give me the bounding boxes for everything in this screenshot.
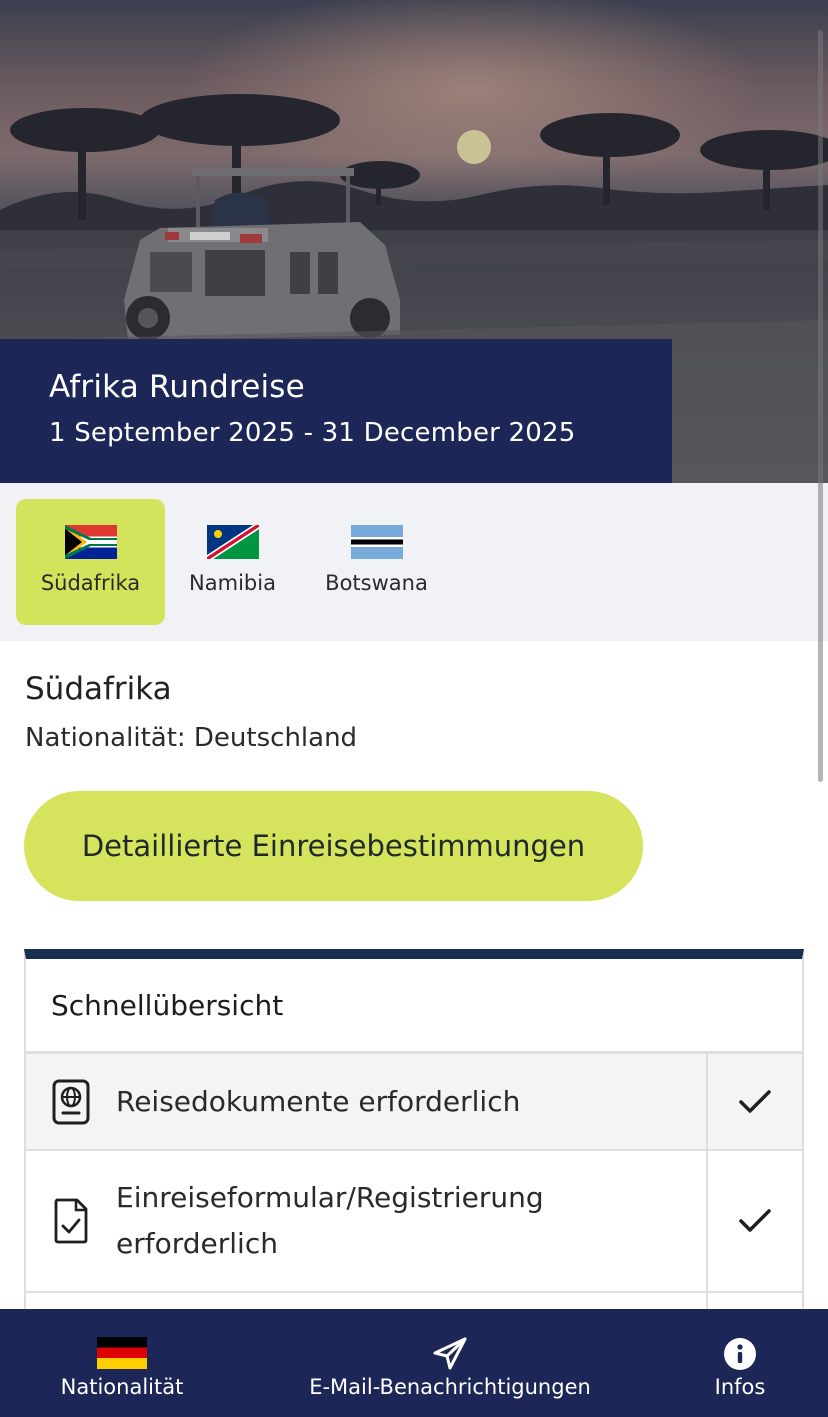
quick-overview-title: Schnellübersicht	[26, 959, 802, 1054]
nationality-text: Nationalität: Deutschland	[25, 723, 358, 753]
row-label: Reisedokumente erforderlich	[116, 1084, 521, 1118]
detailed-entry-requirements-button[interactable]: Detaillierte Einreisebestimmungen	[24, 791, 643, 901]
germany-flag	[97, 1337, 147, 1369]
trip-dates: 1 September 2025 - 31 December 2025	[49, 418, 576, 448]
south-africa-flag	[64, 525, 117, 559]
country-tabs: Südafrika Namibia Botswana	[0, 483, 828, 641]
table-row: Reisedokumente erforderlich	[26, 1054, 802, 1151]
hero-banner: Afrika Rundreise 1 September 2025 - 31 D…	[0, 0, 828, 483]
botswana-flag	[350, 525, 403, 559]
paper-plane-icon	[433, 1337, 467, 1370]
passport-icon	[52, 1079, 90, 1124]
bottom-navigation: Nationalität E-Mail-Benachrichtigungen I…	[0, 1309, 828, 1417]
tab-label: Südafrika	[40, 571, 141, 595]
document-check-icon	[54, 1198, 88, 1244]
check-icon	[739, 1209, 771, 1232]
nav-label: E-Mail-Benachrichtigungen	[309, 1375, 591, 1399]
info-icon	[724, 1338, 756, 1370]
row-label: Einreiseformular/Registrierung erforderl…	[116, 1181, 544, 1260]
table-row: Einreiseformular/Registrierung erforderl…	[26, 1151, 802, 1293]
nav-email-notifications[interactable]: E-Mail-Benachrichtigungen	[300, 1309, 600, 1417]
tab-suedafrika[interactable]: Südafrika	[16, 499, 165, 625]
nav-label: Infos	[714, 1375, 766, 1399]
trip-title: Afrika Rundreise	[49, 369, 305, 405]
tab-label: Namibia	[189, 571, 276, 595]
nav-nationality[interactable]: Nationalität	[32, 1309, 212, 1417]
tab-label: Botswana	[325, 571, 428, 595]
namibia-flag	[206, 525, 259, 559]
quick-overview-card: Schnellübersicht Reisedokumente erforder…	[24, 949, 804, 1333]
scrollbar[interactable]	[818, 30, 823, 782]
tab-namibia[interactable]: Namibia	[158, 499, 307, 625]
trip-info-box: Afrika Rundreise 1 September 2025 - 31 D…	[0, 339, 672, 483]
nav-label: Nationalität	[60, 1375, 184, 1399]
country-heading: Südafrika	[25, 671, 172, 707]
nav-info[interactable]: Infos	[690, 1309, 790, 1417]
check-icon	[739, 1089, 771, 1113]
tab-botswana[interactable]: Botswana	[302, 499, 451, 625]
